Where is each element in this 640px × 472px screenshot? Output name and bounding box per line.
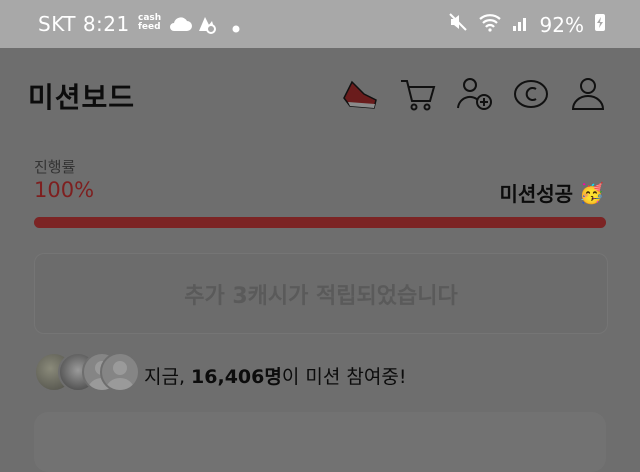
progress-value: 100% bbox=[34, 178, 95, 202]
battery-charging-icon bbox=[594, 12, 606, 37]
reward-message-box[interactable]: 추가 3캐시가 적립되었습니다 bbox=[34, 253, 608, 334]
mission-status: 미션성공 🥳 bbox=[499, 178, 604, 207]
shoe-icon[interactable] bbox=[340, 74, 380, 114]
battery-level: 92% bbox=[539, 12, 584, 37]
dot-icon bbox=[232, 18, 240, 37]
status-bar: SKT 8:21 cash feed 92% bbox=[0, 0, 640, 48]
cart-icon[interactable] bbox=[398, 74, 438, 114]
party-face-icon: 🥳 bbox=[579, 180, 604, 205]
avatar bbox=[100, 352, 140, 392]
progress-bar bbox=[34, 217, 606, 228]
status-right: 92% bbox=[448, 12, 606, 37]
participant-suffix: 이 미션 참여중! bbox=[281, 366, 407, 388]
cashfeed-icon: cash feed bbox=[138, 13, 162, 32]
mute-icon bbox=[448, 12, 468, 37]
progress-label: 진행률 bbox=[34, 158, 76, 176]
mission-status-text: 미션성공 bbox=[499, 182, 574, 206]
mission-card[interactable] bbox=[34, 412, 606, 472]
participant-avatars bbox=[34, 352, 144, 394]
profile-icon[interactable] bbox=[568, 74, 608, 114]
app-icon bbox=[196, 13, 218, 39]
cash-icon[interactable] bbox=[511, 74, 551, 114]
reward-message: 추가 3캐시가 적립되었습니다 bbox=[184, 283, 458, 309]
signal-icon bbox=[512, 13, 530, 37]
page-title: 미션보드 bbox=[28, 81, 136, 114]
wifi-icon bbox=[478, 12, 502, 37]
participant-count: 16,406명 bbox=[191, 366, 282, 388]
carrier-time: SKT 8:21 bbox=[38, 12, 130, 36]
cloud-icon bbox=[168, 15, 192, 37]
progress-bar-fill bbox=[34, 217, 606, 228]
add-friend-icon[interactable] bbox=[455, 74, 495, 114]
participant-prefix: 지금, bbox=[144, 366, 192, 388]
participant-count-text: 지금, 16,406명이 미션 참여중! bbox=[144, 362, 406, 389]
